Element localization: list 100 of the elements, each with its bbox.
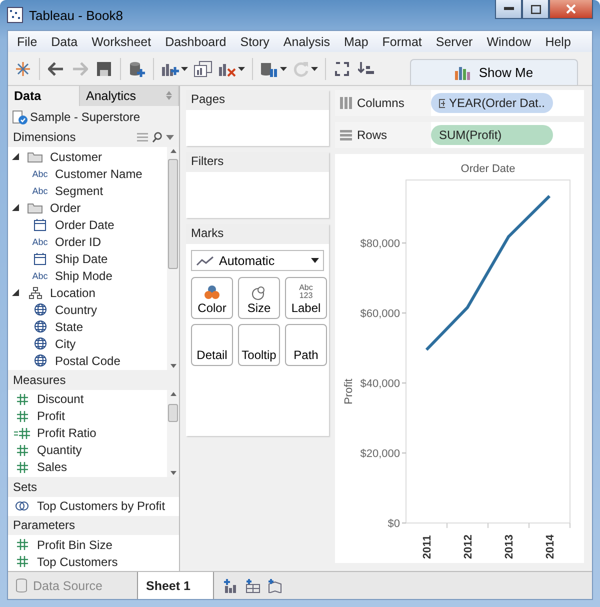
search-icon[interactable] [152,132,162,143]
field-item[interactable]: Profit Bin Size [37,538,112,552]
maximize-button[interactable] [522,0,549,19]
scroll-up-arrow-icon[interactable] [170,390,176,398]
menu-item[interactable]: Map [336,34,376,48]
abc-type-icon: Abc [32,186,48,196]
column-header: Order Date [460,163,516,175]
sparkle-logo-icon [15,60,31,76]
axis-title: Profit [343,378,355,404]
scroll-down-arrow-icon[interactable] [170,362,176,370]
axis-tick-label: $80,000 [360,238,400,250]
menu-item[interactable]: Window [480,34,538,48]
line-mark-icon [196,256,214,266]
field-item[interactable]: City [55,336,76,351]
menu-item[interactable]: Worksheet [84,34,158,48]
scrollbar-thumb[interactable] [168,159,178,270]
hash-icon [16,410,28,422]
axis-tick-label: $60,000 [360,308,400,320]
abc-type-icon: Abc [32,168,48,179]
field-item[interactable]: Location [50,286,96,300]
size-circles-icon [251,285,267,300]
menu-item[interactable]: Dashboard [158,34,234,48]
hash-icon [16,444,28,456]
field-item[interactable]: State [55,320,84,334]
axis-tick-label: 2014 [544,534,556,559]
field-item[interactable]: Ship Mode [55,268,112,283]
mark-type-dropdown[interactable]: Automatic [191,250,324,271]
field-item[interactable]: Order [50,200,81,215]
menu-item[interactable]: Help [538,34,578,48]
app-logo-icon [7,7,23,23]
swap-icon [334,60,350,76]
axis-tick-label: $40,000 [360,378,400,390]
field-item[interactable]: Profit Ratio [37,426,96,440]
shelf-label: Columns [357,96,404,110]
database-plus-icon [129,60,145,76]
field-item[interactable]: Profit [37,409,66,424]
grid-plus-icon [245,578,261,592]
field-item[interactable]: Discount [37,392,84,406]
card-title: Marks [186,224,329,244]
back-arrow-icon [48,62,64,76]
bar-chart-icon [454,66,471,80]
menu-item[interactable]: File [10,34,44,48]
field-item[interactable]: Ship Date [55,252,108,266]
close-button[interactable] [549,0,593,19]
field-item[interactable]: Top Customers [37,554,118,569]
mark-property-button[interactable]: Tooltip [238,324,280,366]
mark-property-button[interactable]: Path [285,324,327,366]
calendar-icon [34,252,46,265]
minimize-button[interactable] [495,0,522,19]
globe-icon [34,303,46,316]
show-me-button[interactable]: Show Me [410,59,578,85]
menu-item[interactable]: Data [44,34,85,48]
mark-property-button[interactable]: Color [191,277,233,319]
expand-triangle-icon[interactable] [12,289,19,296]
field-item[interactable]: Country [55,302,98,317]
calendar-icon [34,218,46,231]
save-icon [97,62,111,76]
text-label-icon: Abc 123 [299,284,313,300]
database-pause-icon [260,60,278,76]
section-heading: Parameters [13,518,76,532]
hash-icon [16,556,28,568]
menu-item[interactable]: Analysis [276,34,337,48]
globe-icon [34,354,46,368]
field-item[interactable]: Quantity [37,443,82,458]
field-item[interactable]: Customer Name [55,166,142,181]
field-item[interactable]: Customer [50,150,102,164]
dropdown-caret-icon [280,66,287,70]
scrollbar-thumb[interactable] [168,404,178,422]
expand-triangle-icon[interactable] [12,204,19,212]
menu-item[interactable]: Format [375,34,429,48]
mark-property-button[interactable]: Abc 123 Label [285,277,327,319]
dropdown-caret-icon[interactable] [166,134,174,140]
field-item[interactable]: Postal Code [55,354,120,368]
mark-property-button[interactable]: Detail [191,324,233,366]
mark-property-button[interactable]: Size [238,277,280,319]
field-item[interactable]: Sales [37,460,68,474]
hierarchy-icon [28,286,42,299]
data-source-name[interactable]: Sample - Superstore [30,110,140,124]
menu-item[interactable]: Story [233,34,276,48]
scroll-down-arrow-icon[interactable] [170,468,176,477]
axis-tick-label: 2011 [422,535,434,559]
scroll-up-arrow-icon[interactable] [170,147,176,156]
menu-item[interactable]: Server [428,34,480,48]
abc-type-icon: Abc [32,270,48,281]
field-item[interactable]: Segment [55,184,104,198]
axis-tick-label: $0 [388,518,400,530]
field-pill[interactable]: SUM(Profit) [431,125,553,145]
field-item[interactable]: Order ID [55,234,102,249]
set-icon [15,500,29,512]
shelf-label: Rows [357,128,388,142]
field-item[interactable]: Order Date [55,218,114,232]
minimize-icon [504,7,514,11]
field-pill[interactable]: YEAR(Order Dat.. [431,93,553,113]
panel-tab[interactable]: Analytics [80,86,179,106]
sheet-tab[interactable]: Sheet 1 [138,572,214,599]
hash-icon [16,539,28,550]
expand-triangle-icon[interactable] [12,153,19,160]
axis-tick-label: 2013 [504,534,516,559]
card-title: Filters [186,152,329,172]
dropdown-caret-icon [311,258,319,263]
